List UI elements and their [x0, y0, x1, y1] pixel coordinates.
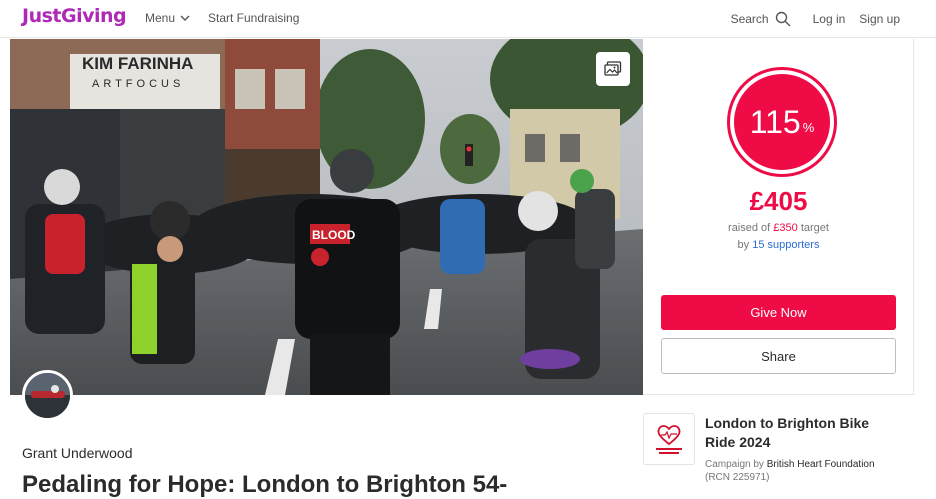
- top-navigation: JustGiving Menu Start Fundraising Search…: [0, 0, 936, 38]
- shop-sign: KIM FARINHA: [82, 54, 193, 73]
- charity-name[interactable]: British Heart Foundation: [767, 459, 875, 470]
- hero-photo[interactable]: KIM FARINHA ARTFOCUS BLOOD: [10, 39, 643, 395]
- progress-percent: 115: [749, 103, 801, 140]
- target-amount: £350: [773, 222, 798, 234]
- shop-sub: ARTFOCUS: [92, 78, 184, 90]
- supporters-text: by 15 supporters: [643, 239, 914, 251]
- progress-ring: 115 %: [730, 70, 834, 174]
- supporters-link[interactable]: 15 supporters: [752, 239, 819, 251]
- chevron-down-icon: [180, 15, 190, 21]
- cyclists-street-photo: KIM FARINHA ARTFOCUS BLOOD: [10, 39, 643, 395]
- justgiving-logo[interactable]: JustGiving: [22, 5, 127, 27]
- menu-button[interactable]: Menu: [145, 11, 190, 25]
- charity-logo[interactable]: [643, 413, 695, 465]
- start-fundraising-link[interactable]: Start Fundraising: [208, 11, 299, 25]
- search-icon: [775, 11, 791, 27]
- target-suffix: target: [797, 222, 829, 234]
- campaign-by-prefix: Campaign by: [705, 459, 767, 470]
- avatar[interactable]: [22, 370, 73, 421]
- jersey-text: BLOOD: [312, 228, 356, 242]
- gallery-button[interactable]: [596, 52, 630, 86]
- nav-right: Search Log in Sign up: [731, 11, 900, 27]
- amount-raised: £405: [749, 186, 808, 216]
- supporters-prefix: by: [737, 239, 753, 251]
- avatar-photo: [25, 373, 70, 418]
- heart-icon: [657, 425, 681, 446]
- give-now-button[interactable]: Give Now: [661, 295, 896, 330]
- target-text: raised of £350 target: [643, 222, 914, 234]
- progress-percent-sign: %: [802, 119, 815, 135]
- campaign-title[interactable]: London to Brighton Bike Ride 2024: [705, 414, 895, 452]
- search-label: Search: [730, 12, 769, 26]
- signup-link[interactable]: Sign up: [859, 12, 900, 26]
- owner-name: Grant Underwood: [22, 445, 133, 461]
- menu-label: Menu: [145, 11, 176, 25]
- page-title: Pedaling for Hope: London to Brighton 54…: [22, 471, 508, 498]
- charity-rcn: (RCN 225971): [705, 472, 770, 483]
- gallery-icon: [604, 61, 622, 76]
- campaign-by: Campaign by British Heart Foundation (RC…: [705, 458, 905, 484]
- search-button[interactable]: Search: [731, 11, 791, 27]
- share-button[interactable]: Share: [661, 338, 896, 374]
- login-link[interactable]: Log in: [813, 12, 846, 26]
- target-prefix: raised of: [728, 222, 774, 234]
